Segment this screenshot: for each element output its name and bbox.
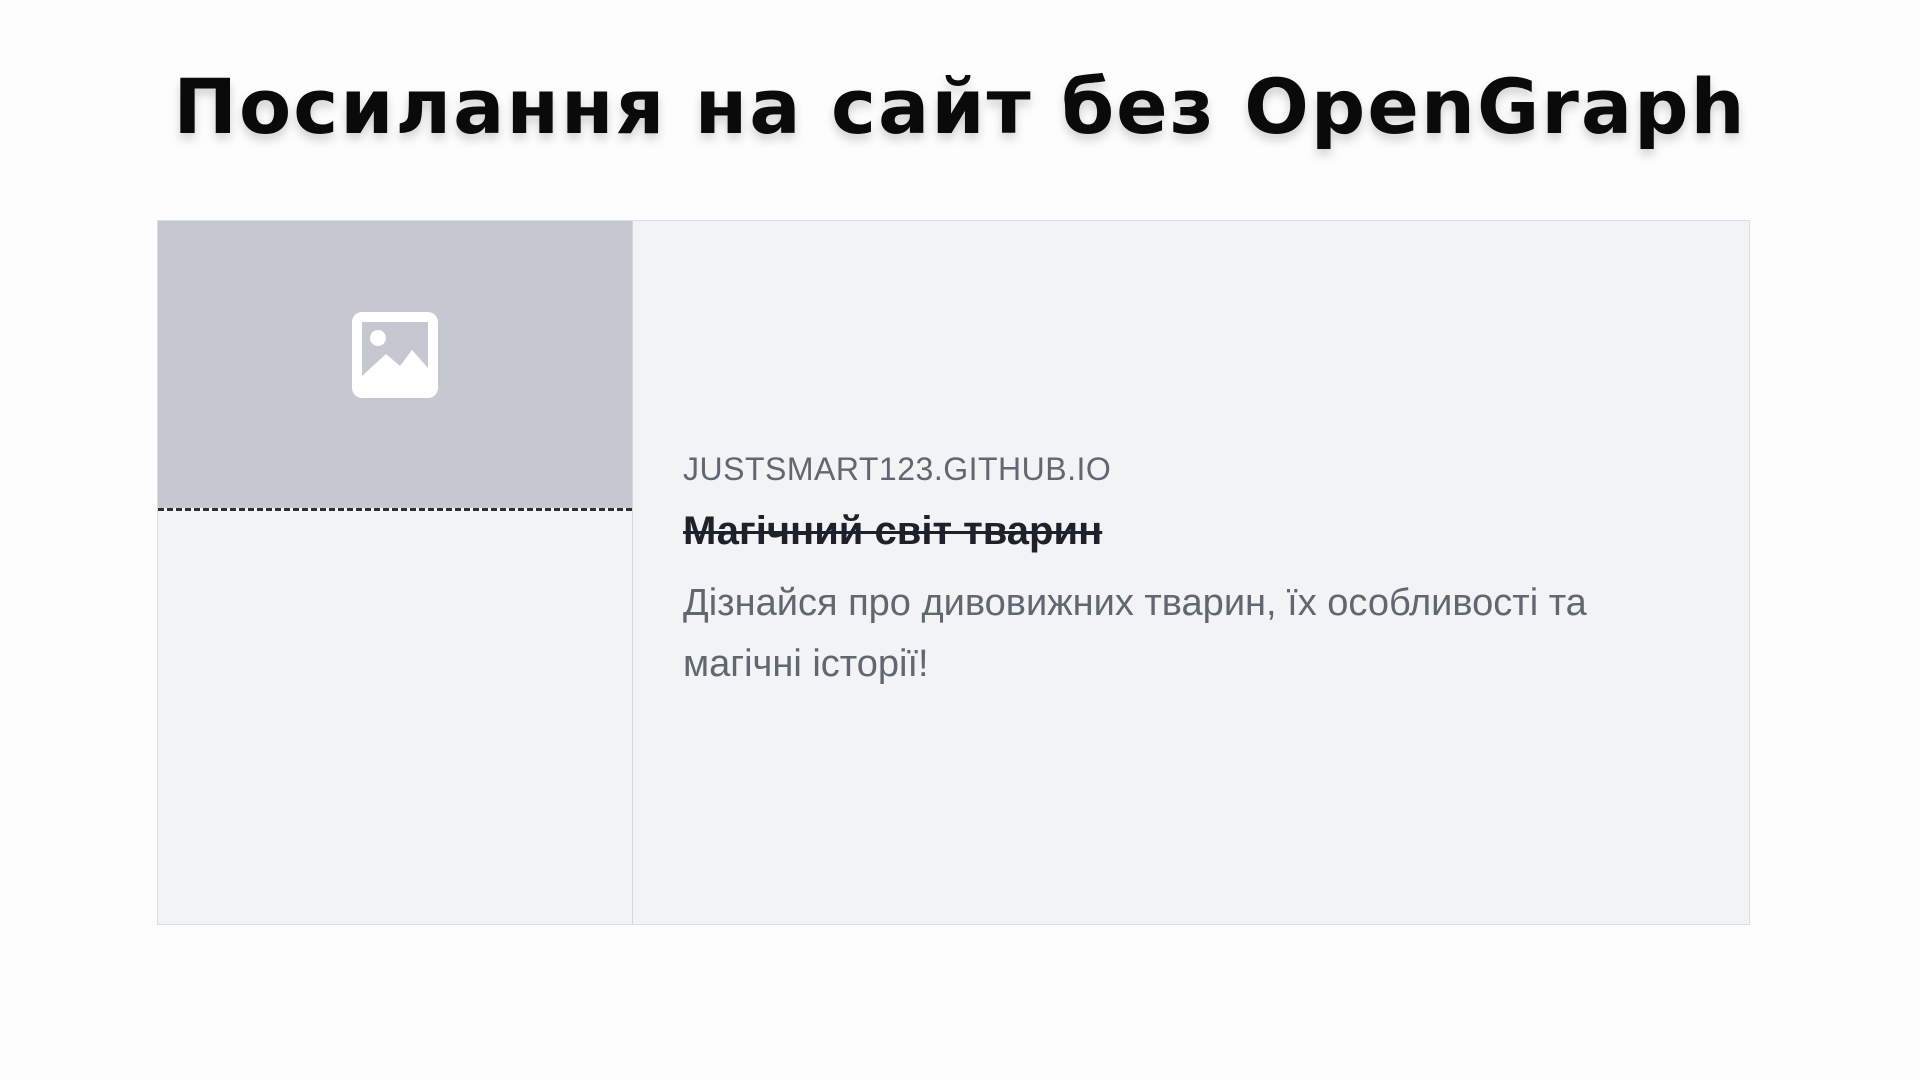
image-placeholder-icon: [352, 311, 438, 398]
link-headline[interactable]: Магічний світ тварин: [683, 509, 1102, 554]
preview-image-column: [158, 221, 633, 924]
slide-title: Посилання на сайт без OpenGraph: [173, 62, 1747, 151]
link-domain: JUSTSMART123.GITHUB.IO: [683, 451, 1112, 487]
link-description: Дізнайся про дивовижних тварин, їх особл…: [683, 582, 1587, 685]
image-bottom-dashed-border: [158, 508, 632, 511]
image-placeholder: [158, 221, 632, 508]
link-preview-card[interactable]: JUSTSMART123.GITHUB.IO Магічний світ тва…: [157, 220, 1750, 925]
link-text-column: JUSTSMART123.GITHUB.IO Магічний світ тва…: [633, 221, 1749, 924]
